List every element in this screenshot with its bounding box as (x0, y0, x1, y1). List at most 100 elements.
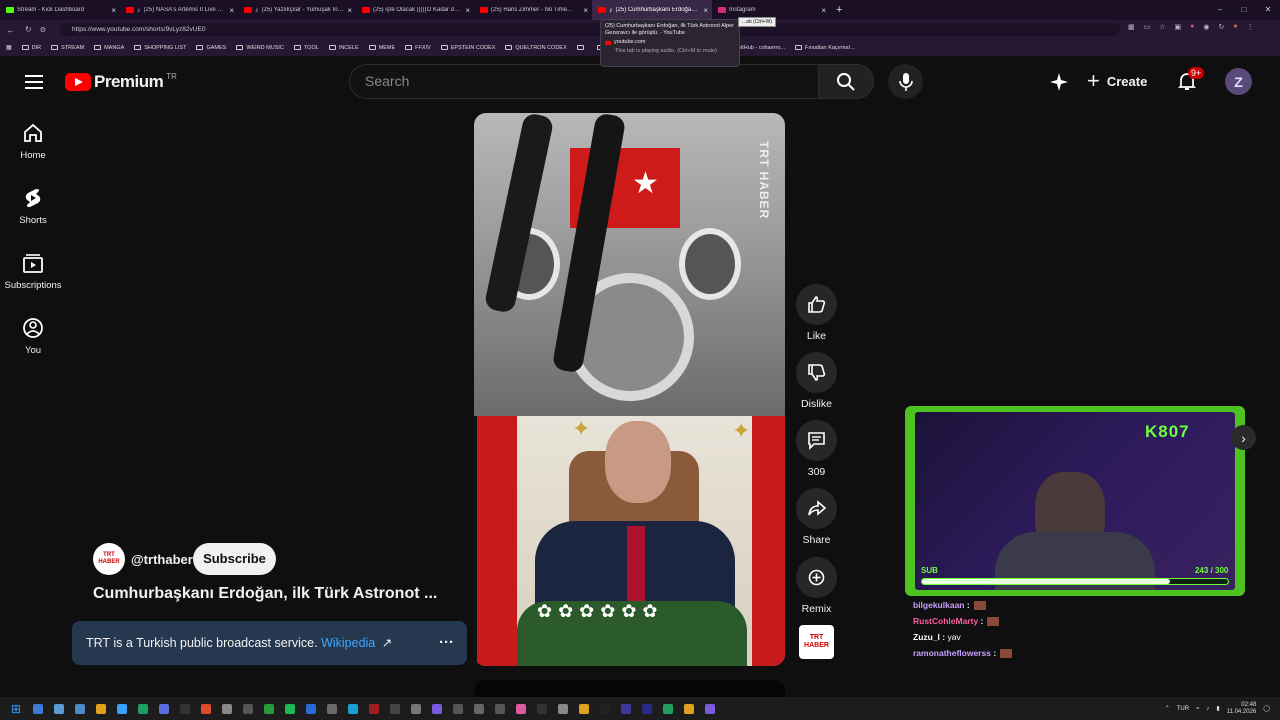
more-options-icon[interactable]: ··· (439, 621, 454, 665)
taskbar-app-icon[interactable] (242, 703, 253, 714)
language-indicator[interactable]: TUR (1177, 706, 1189, 712)
menu-dots-icon[interactable]: ⋮ (1247, 23, 1254, 31)
clock[interactable]: 02:48 11.04.2026 (1227, 702, 1257, 716)
apps-icon[interactable]: ▦ (1128, 23, 1135, 31)
wifi-icon[interactable]: ≈ (1196, 706, 1199, 712)
close-window-icon[interactable]: ✕ (1256, 0, 1280, 20)
new-tab-button[interactable]: + (836, 4, 842, 16)
close-tab-icon[interactable]: × (111, 6, 116, 15)
close-tab-icon[interactable]: × (703, 6, 708, 15)
bookmark-item[interactable]: MANGA (94, 45, 124, 51)
browser-tab[interactable]: Stream - Kick Dashboard × (0, 0, 120, 20)
search-input[interactable]: Search (349, 64, 819, 99)
close-tab-icon[interactable]: × (821, 6, 826, 15)
taskbar-app-icon[interactable] (599, 703, 610, 714)
taskbar-app-icon[interactable] (620, 703, 631, 714)
bookmark-item[interactable]: SHOPPING LIST (134, 45, 186, 51)
short-video-player[interactable]: ★ TRT HABER ✿✿✿✿✿✿ ✦ ✦ (474, 113, 785, 666)
taskbar-app-icon[interactable] (263, 703, 274, 714)
sidebar-item-home[interactable]: Home (0, 122, 66, 161)
bookmark-item[interactable]: INCELE (328, 45, 359, 51)
voice-search-button[interactable] (888, 64, 923, 99)
taskbar-app-icon[interactable] (179, 703, 190, 714)
taskbar-app-icon[interactable] (116, 703, 127, 714)
site-info-icon[interactable]: ⚙ (40, 26, 46, 34)
notification-bell-icon[interactable]: ◯ (1263, 705, 1270, 712)
bookmark-item[interactable]: Fırsatları Kaçırma!... (794, 45, 855, 51)
taskbar-app-icon[interactable] (410, 703, 421, 714)
comment-button[interactable] (796, 420, 837, 461)
taskbar-app-icon[interactable] (494, 703, 505, 714)
reload-icon[interactable]: ↻ (25, 25, 32, 34)
close-tab-icon[interactable]: × (465, 6, 470, 15)
thumbs-up-button[interactable] (796, 284, 837, 325)
notifications-button[interactable]: 9+ (1177, 67, 1205, 93)
close-tab-icon[interactable]: × (583, 6, 588, 15)
taskbar-app-icon[interactable] (284, 703, 295, 714)
taskbar-app-icon[interactable] (347, 703, 358, 714)
maximize-icon[interactable]: □ (1232, 0, 1256, 20)
bookmark-item[interactable]: EPSTEIN CODEX (440, 45, 495, 51)
taskbar-app-icon[interactable] (641, 703, 652, 714)
bookmark-item[interactable]: MEME (368, 45, 395, 51)
youtube-premium-logo[interactable]: Premium TR (65, 72, 177, 92)
tray-chevron-icon[interactable]: ⌃ (1165, 705, 1170, 712)
cast-icon[interactable]: ▭ (1144, 23, 1151, 31)
bookmark-item[interactable]: STREAM (51, 45, 84, 51)
next-arrow-icon[interactable]: › (1231, 425, 1256, 450)
bookmark-item[interactable]: FFXIV (405, 45, 431, 51)
bookmark-item[interactable] (576, 45, 587, 50)
taskbar-app-icon[interactable] (473, 703, 484, 714)
wallet-icon[interactable]: ▣ (1175, 23, 1182, 31)
taskbar-app-icon[interactable] (704, 703, 715, 714)
create-button[interactable]: + Create (1087, 70, 1147, 92)
short-title[interactable]: Cumhurbaşkanı Erdoğan, ilk Türk Astronot… (93, 585, 453, 603)
browser-tab[interactable]: ♪ (25) Cumhurbaşkanı Erdoğan,... × (592, 0, 712, 20)
close-tab-icon[interactable]: × (229, 6, 234, 15)
back-icon[interactable]: ← (6, 25, 15, 35)
bookmark-item[interactable]: DIR (21, 45, 41, 51)
browser-tab[interactable]: (25) Hans Zimmer - No Time... × (474, 0, 592, 20)
taskbar-app-icon[interactable] (578, 703, 589, 714)
close-tab-icon[interactable]: × (347, 6, 352, 15)
bookmark-item[interactable]: WEIRD MUSIC (236, 45, 284, 51)
taskbar-app-icon[interactable] (95, 703, 106, 714)
sidebar-item-subscriptions[interactable]: Subscriptions (0, 252, 66, 291)
wikipedia-link[interactable]: Wikipedia (321, 636, 375, 650)
extension-icon[interactable]: ◉ (1203, 23, 1209, 31)
channel-avatar[interactable]: TRT HABER (93, 543, 125, 575)
taskbar-app-icon[interactable] (368, 703, 379, 714)
channel-handle[interactable]: @trthaber (131, 552, 193, 567)
bookmark-item[interactable]: TOOL (293, 45, 319, 51)
hamburger-menu-icon[interactable] (22, 70, 46, 94)
battery-icon[interactable]: ▮ (1216, 705, 1219, 712)
browser-tab[interactable]: ♪(25) Yazlıkçılar - Yumuşak İniş 4.8b...… (238, 0, 356, 20)
taskbar-app-icon[interactable] (662, 703, 673, 714)
taskbar-app-icon[interactable] (305, 703, 316, 714)
subscribe-button[interactable]: Subscribe (193, 543, 276, 575)
taskbar-app-icon[interactable] (158, 703, 169, 714)
taskbar-app-icon[interactable] (557, 703, 568, 714)
taskbar-app-icon[interactable] (389, 703, 400, 714)
taskbar-app-icon[interactable] (515, 703, 526, 714)
speaker-icon[interactable]: ♪ (137, 7, 141, 14)
bookmarks-apps-icon[interactable]: ▦ (6, 44, 12, 51)
taskbar-app-icon[interactable] (431, 703, 442, 714)
remix-source-thumbnail[interactable]: TRT HABER (799, 625, 834, 659)
profile-avatar-icon[interactable]: ● (1233, 23, 1237, 31)
taskbar-app-icon[interactable] (536, 703, 547, 714)
refresh-ext-icon[interactable]: ↻ (1219, 23, 1225, 31)
extension-dot-icon[interactable]: ● (1190, 23, 1194, 31)
sidebar-item-shorts[interactable]: Shorts (0, 187, 66, 226)
bookmark-item[interactable]: GAMES (196, 45, 226, 51)
ai-sparkle-button[interactable] (1047, 70, 1071, 94)
speaker-icon[interactable]: ♪ (609, 7, 613, 14)
taskbar-app-icon[interactable] (326, 703, 337, 714)
bookmark-star-icon[interactable]: ☆ (1159, 23, 1165, 31)
taskbar-app-icon[interactable] (683, 703, 694, 714)
taskbar-app-icon[interactable] (200, 703, 211, 714)
account-avatar[interactable]: Z (1225, 68, 1252, 95)
taskbar-app-icon[interactable] (221, 703, 232, 714)
thumbs-down-button[interactable] (796, 352, 837, 393)
speaker-icon[interactable]: ♪ (255, 7, 259, 14)
